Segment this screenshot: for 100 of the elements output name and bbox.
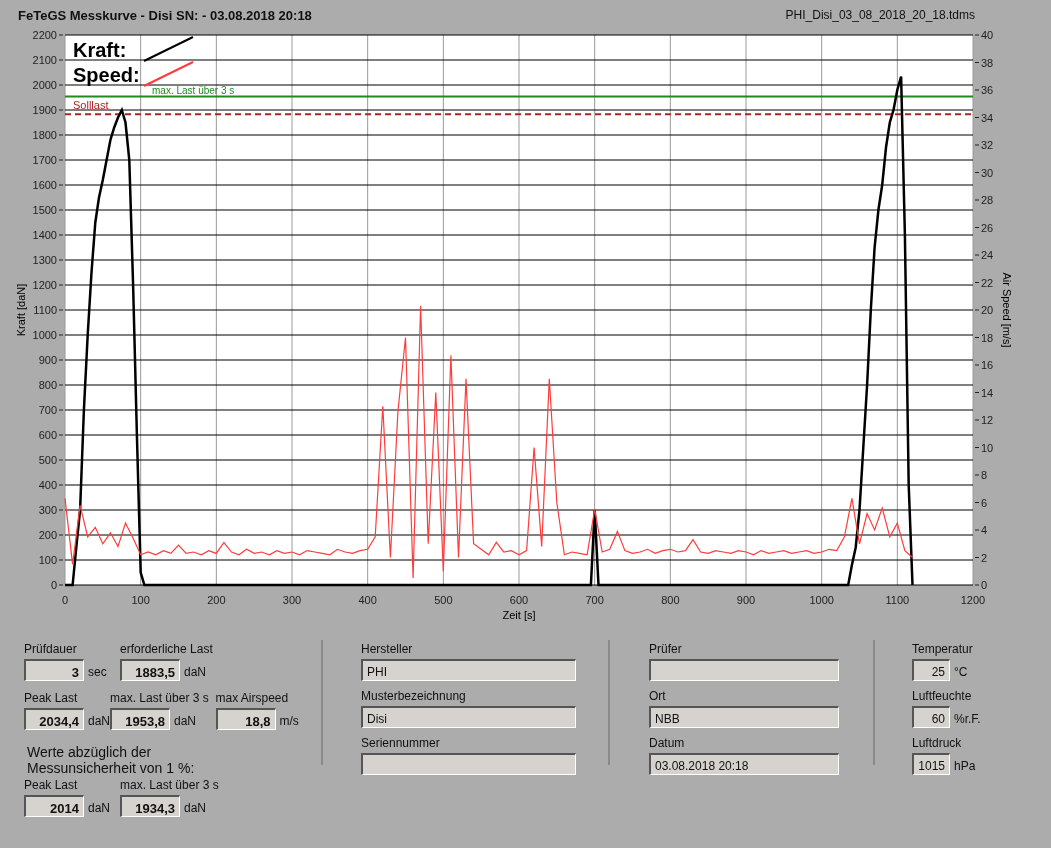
- axis-label: 1200: [960, 594, 986, 606]
- axis-label: 0: [61, 594, 69, 606]
- axis-label: 800: [661, 594, 680, 606]
- value-field[interactable]: 1015: [912, 753, 950, 775]
- field-label: Ort: [649, 688, 667, 705]
- axis-label: 38: [981, 56, 994, 69]
- axis-label: 18: [981, 331, 994, 344]
- value-field[interactable]: 60: [912, 706, 950, 728]
- value-field[interactable]: 1953,8: [110, 708, 170, 730]
- axis-label: 300: [282, 594, 302, 606]
- field-label: erforderliche Last: [120, 641, 214, 658]
- axis-label: 6: [981, 496, 988, 509]
- unit-label: °C: [954, 664, 968, 681]
- axis-label: 100: [38, 554, 57, 566]
- legend-label: Speed:: [73, 64, 140, 86]
- unit-label: m/s: [279, 713, 299, 730]
- axis-label: 0: [50, 579, 57, 591]
- axis-label: 1300: [32, 254, 57, 266]
- value-field[interactable]: 2014: [24, 795, 84, 817]
- axis-label: 1900: [32, 104, 57, 116]
- unit-label: %r.F.: [954, 711, 981, 728]
- axis-label: 12: [981, 414, 994, 426]
- axis-label: 600: [509, 594, 529, 606]
- value-field[interactable]: 25: [912, 659, 950, 681]
- line-label: Solllast: [73, 99, 109, 112]
- axis-label: 400: [38, 479, 57, 491]
- axis-title: Zeit [s]: [502, 609, 536, 621]
- axis-label: 10: [981, 441, 994, 454]
- text-field[interactable]: Disi: [361, 706, 576, 728]
- axis-label: 200: [38, 529, 57, 541]
- note-text: Werte abzüglich der: [27, 744, 153, 760]
- axis-label: 32: [981, 139, 994, 151]
- field-label: Luftdruck: [912, 735, 963, 752]
- axis-label: 4: [981, 524, 988, 536]
- axis-label: 30: [981, 166, 994, 179]
- unit-label: daN: [88, 800, 110, 817]
- value-field[interactable]: 18,8: [215, 708, 276, 730]
- text-field[interactable]: PHI: [361, 659, 576, 681]
- legend-label: Kraft:: [73, 39, 127, 61]
- axis-label: 900: [736, 594, 756, 606]
- value-field[interactable]: 1883,5: [120, 659, 180, 681]
- field-label: Prüfer: [649, 641, 683, 658]
- text-field[interactable]: 03.08.2018 20:18: [649, 753, 839, 775]
- field-label: Hersteller: [361, 641, 414, 658]
- field-label: Seriennummer: [361, 735, 441, 752]
- field-label: max. Last über 3 s: [120, 777, 220, 794]
- axis-label: 16: [981, 359, 994, 371]
- field-label: Datum: [649, 735, 686, 752]
- line-label: max. Last über 3 s: [152, 85, 235, 97]
- axis-label: 2200: [32, 29, 57, 41]
- axis-title: Kraft [daN]: [15, 283, 27, 337]
- axis-title: Air Speed [m/s]: [1001, 272, 1013, 348]
- field-label: Peak Last: [24, 690, 79, 707]
- unit-label: daN: [174, 713, 197, 730]
- unit-label: sec: [88, 664, 107, 681]
- text-field[interactable]: NBB: [649, 706, 839, 728]
- axis-label: 14: [981, 386, 994, 399]
- axis-label: 1100: [885, 594, 910, 606]
- field-label: Temperatur: [912, 641, 974, 658]
- note-text: Messunsicherheit von 1 %:: [27, 760, 196, 776]
- axis-label: 300: [38, 504, 57, 516]
- value-field[interactable]: 3: [24, 659, 84, 681]
- unit-label: hPa: [954, 758, 976, 775]
- axis-label: 0: [981, 579, 988, 591]
- axis-label: 20: [981, 304, 994, 316]
- axis-label: 1600: [32, 179, 57, 191]
- field-label: Peak Last: [24, 777, 79, 794]
- axis-label: 34: [981, 111, 994, 124]
- axis-label: 1200: [32, 279, 57, 291]
- unit-label: daN: [184, 664, 206, 681]
- axis-label: 26: [981, 221, 994, 234]
- axis-label: 800: [38, 379, 57, 391]
- axis-label: 700: [38, 404, 57, 416]
- axis-label: 500: [38, 454, 57, 466]
- unit-label: daN: [88, 713, 110, 730]
- field-label: max Airspeed: [215, 690, 290, 707]
- axis-label: 40: [981, 29, 994, 41]
- axis-label: 1500: [32, 204, 57, 216]
- axis-label: 2000: [32, 79, 57, 91]
- unit-label: daN: [184, 800, 206, 817]
- axis-label: 900: [38, 354, 57, 366]
- axis-label: 24: [981, 249, 994, 261]
- value-field[interactable]: 2034,4: [24, 708, 84, 730]
- axis-label: 2100: [32, 54, 57, 66]
- axis-label: 2: [981, 551, 988, 564]
- axis-label: 1000: [32, 329, 57, 341]
- axis-label: 400: [358, 594, 377, 606]
- axis-label: 1100: [33, 304, 57, 316]
- text-field[interactable]: [649, 659, 839, 681]
- window-title: FeTeGS Messkurve - Disi SN: - 03.08.2018 20:18: [18, 7, 312, 25]
- field-label: Musterbezeichnung: [361, 688, 467, 705]
- axis-label: 22: [981, 276, 994, 289]
- value-field[interactable]: 1934,3: [120, 795, 180, 817]
- text-field[interactable]: [361, 753, 576, 775]
- axis-label: 28: [981, 194, 994, 206]
- field-label: Prüfdauer: [24, 641, 78, 658]
- axis-label: 500: [434, 594, 453, 606]
- axis-label: 1700: [32, 154, 57, 166]
- file-name: PHI_Disi_03_08_2018_20_18.tdms: [785, 7, 976, 24]
- axis-label: 1800: [32, 129, 57, 141]
